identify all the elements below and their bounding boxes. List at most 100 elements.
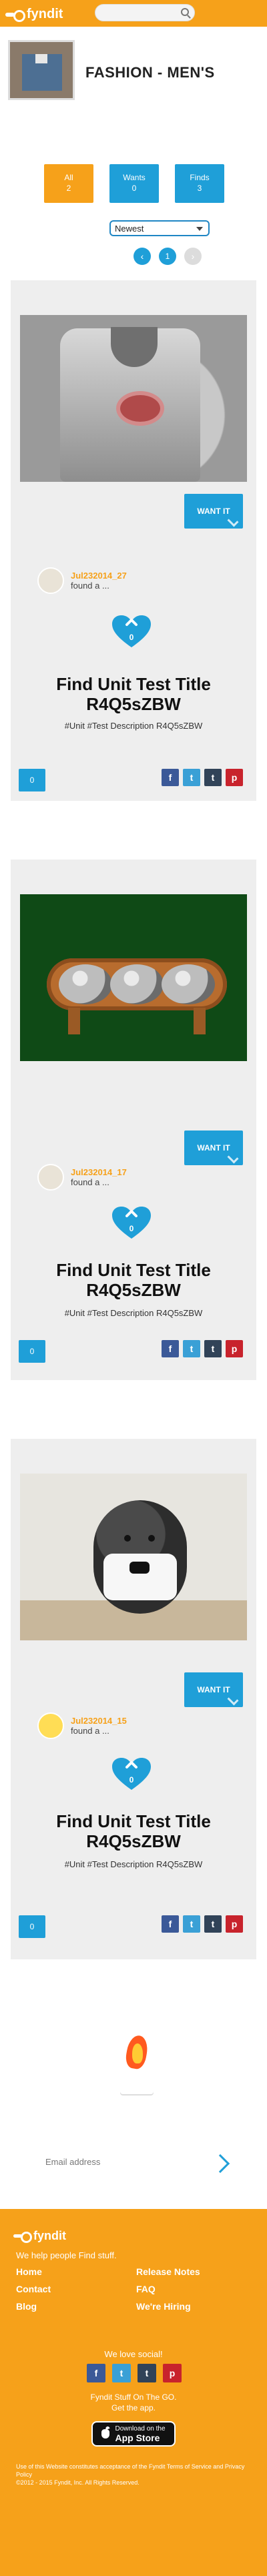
tumblr-icon[interactable]: t (204, 1340, 222, 1357)
fyndit-logo-icon (5, 9, 25, 22)
photo-subject-bowl (162, 964, 215, 1004)
stat-value: 2 (66, 184, 71, 193)
tumblr-icon[interactable]: t (204, 769, 222, 786)
comment-button[interactable]: 0 (19, 769, 45, 791)
want-it-button[interactable]: WANT IT (184, 494, 243, 529)
chevron-down-icon (196, 227, 203, 231)
card-user[interactable]: Jul232014_27 found a ... (37, 567, 127, 594)
footer-link-contact[interactable]: Contact (16, 2284, 129, 2294)
footer-link-release-notes[interactable]: Release Notes (136, 2266, 250, 2277)
heart-button[interactable]: 0 (111, 614, 152, 649)
twitter-icon[interactable]: t (183, 1915, 200, 1933)
heart-icon (112, 615, 151, 647)
top-bar: fyndit (0, 0, 267, 27)
pinterest-icon[interactable]: p (226, 769, 243, 786)
find-card: WANT IT Jul232014_27 found a ... 0 Find … (11, 280, 256, 801)
stat-all[interactable]: All 2 (44, 164, 93, 203)
prev-page-button[interactable]: ‹ (134, 248, 151, 265)
tumblr-icon[interactable]: t (138, 2364, 156, 2382)
comment-button[interactable]: 0 (19, 1340, 45, 1363)
want-it-button[interactable]: WANT IT (184, 1672, 243, 1707)
legal-text: Use of this Website constitutes acceptan… (16, 2463, 250, 2487)
footer-logo[interactable]: fyndit (13, 2229, 66, 2243)
photo-subject-bowtie (129, 1562, 150, 1574)
email-field[interactable]: Email address (33, 2149, 234, 2178)
footer-link-hiring[interactable]: We're Hiring (136, 2301, 250, 2312)
comment-count: 0 (29, 1347, 35, 1356)
facebook-icon[interactable]: f (162, 1340, 179, 1357)
comment-count: 0 (29, 1922, 35, 1931)
found-text: found a ... (71, 581, 109, 591)
get-app-line-2: Get the app. (111, 2403, 156, 2412)
footer-links: Home Release Notes Contact FAQ Blog We'r… (16, 2266, 250, 2312)
heart-button[interactable]: 0 (111, 1756, 152, 1791)
flame-inner (132, 2043, 143, 2063)
pinterest-icon[interactable]: p (163, 2364, 182, 2382)
category-header: FASHION - MEN'S (8, 40, 259, 100)
search-bar[interactable] (95, 4, 195, 21)
newsletter-title: Get The Daily Hot 30 in your inbox each … (17, 2072, 250, 2112)
username[interactable]: Jul232014_17 (71, 1167, 127, 1177)
footer-link-home[interactable]: Home (16, 2266, 129, 2277)
photo-subject-leg (194, 1008, 206, 1034)
card-user[interactable]: Jul232014_15 found a ... (37, 1712, 127, 1739)
twitter-icon[interactable]: t (183, 1340, 200, 1357)
stat-label: Wants (123, 173, 146, 182)
find-title[interactable]: Find Unit Test Title R4Q5sZBW (11, 1260, 256, 1300)
footer-social: f t t p (87, 2364, 182, 2382)
sort-selected-value: Newest (115, 224, 144, 234)
twitter-icon[interactable]: t (112, 2364, 131, 2382)
comment-count: 0 (29, 775, 35, 785)
avatar[interactable] (37, 567, 64, 594)
avatar[interactable] (37, 1164, 64, 1191)
stat-value: 0 (131, 184, 137, 193)
app-store-button[interactable]: Download on the App Store (91, 2421, 176, 2447)
stat-wants[interactable]: Wants 0 (109, 164, 159, 203)
facebook-icon[interactable]: f (162, 1915, 179, 1933)
facebook-icon[interactable]: f (87, 2364, 105, 2382)
comment-button[interactable]: 0 (19, 1915, 45, 1938)
share-buttons: f t t p (162, 769, 243, 786)
pagination: ‹ 1 › (134, 247, 247, 266)
pinterest-icon[interactable]: p (226, 1915, 243, 1933)
search-icon[interactable] (181, 8, 189, 16)
love-social-text: We love social! (104, 2349, 163, 2359)
chevron-right-icon[interactable] (210, 2154, 230, 2174)
footer-link-blog[interactable]: Blog (16, 2301, 129, 2312)
find-card-photo[interactable] (20, 1474, 247, 1640)
email-placeholder: Email address (45, 2157, 101, 2167)
pinterest-icon[interactable]: p (226, 1340, 243, 1357)
sort-select[interactable]: Newest (109, 220, 210, 236)
stat-finds[interactable]: Finds 3 (175, 164, 224, 203)
heart-button[interactable]: 0 (111, 1205, 152, 1240)
category-stats: All 2 Wants 0 Finds 3 (44, 164, 224, 203)
card-user-text: Jul232014_27 found a ... (71, 571, 127, 591)
find-title[interactable]: Find Unit Test Title R4Q5sZBW (11, 674, 256, 714)
facebook-icon[interactable]: f (162, 769, 179, 786)
app-store-line-2: App Store (115, 2432, 160, 2443)
tumblr-icon[interactable]: t (204, 1915, 222, 1933)
stat-label: All (64, 173, 73, 182)
find-description: #Unit #Test Description R4Q5sZBW (64, 1859, 203, 1869)
app-store-line-1: Download on the (115, 2425, 166, 2433)
fyndit-logo[interactable]: fyndit (5, 7, 63, 22)
twitter-icon[interactable]: t (183, 769, 200, 786)
share-buttons: f t t p (162, 1915, 243, 1933)
want-it-label: WANT IT (197, 1685, 230, 1694)
username[interactable]: Jul232014_15 (71, 1716, 127, 1726)
find-card-photo[interactable] (20, 315, 247, 482)
heart-count: 0 (129, 1224, 134, 1233)
find-title[interactable]: Find Unit Test Title R4Q5sZBW (11, 1811, 256, 1851)
heart-count: 0 (129, 1775, 134, 1785)
app-store-text: Download on the App Store (115, 2425, 165, 2443)
find-card-photo[interactable] (20, 894, 247, 1061)
photo-subject-bowl (59, 964, 112, 1004)
legal-line-1[interactable]: Use of this Website constitutes acceptan… (16, 2463, 250, 2479)
footer-link-faq[interactable]: FAQ (136, 2284, 250, 2294)
card-user-text: Jul232014_15 found a ... (71, 1716, 127, 1736)
username[interactable]: Jul232014_27 (71, 571, 127, 581)
card-user[interactable]: Jul232014_17 found a ... (37, 1164, 127, 1191)
next-page-button[interactable]: › (184, 248, 202, 265)
avatar[interactable] (37, 1712, 64, 1739)
want-it-button[interactable]: WANT IT (184, 1131, 243, 1165)
